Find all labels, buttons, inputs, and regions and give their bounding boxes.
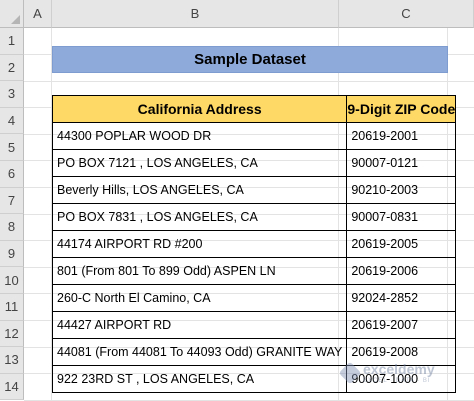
row-header-9[interactable]: 9	[0, 240, 24, 268]
address-cell[interactable]: 922 23RD ST , LOS ANGELES, CA	[51, 365, 348, 393]
zip-code-cell[interactable]: 90007-0831	[346, 203, 457, 231]
zip-code-cell[interactable]: 92024-2852	[346, 284, 457, 312]
table-row: 801 (From 801 To 899 Odd) ASPEN LN 20619-…	[51, 257, 457, 285]
row-header-4[interactable]: 4	[0, 107, 24, 135]
address-cell[interactable]: PO BOX 7121 , LOS ANGELES, CA	[51, 149, 348, 177]
table-row: 260-C North El Camino, CA 92024-2852	[51, 284, 457, 312]
gridline	[24, 80, 474, 82]
table-row: 44174 AIRPORT RD #200 20619-2005	[51, 230, 457, 258]
table-row: 44427 AIRPORT RD 20619-2007	[51, 311, 457, 339]
zip-code-cell[interactable]: 20619-2005	[346, 230, 457, 258]
table-row: PO BOX 7121 , LOS ANGELES, CA 90007-0121	[51, 149, 457, 177]
row-header-1[interactable]: 1	[0, 28, 24, 55]
address-cell[interactable]: PO BOX 7831 , LOS ANGELES, CA	[51, 203, 348, 231]
table-row: Beverly Hills, LOS ANGELES, CA 90210-2003	[51, 176, 457, 204]
table-row: PO BOX 7831 , LOS ANGELES, CA 90007-0831	[51, 203, 457, 231]
row-header-7[interactable]: 7	[0, 187, 24, 215]
row-header-13[interactable]: 13	[0, 347, 24, 374]
row-header-6[interactable]: 6	[0, 161, 24, 188]
zip-code-cell[interactable]: 90210-2003	[346, 176, 457, 204]
row-header-12[interactable]: 12	[0, 320, 24, 348]
dataset-title-cell[interactable]: Sample Dataset	[52, 46, 448, 73]
row-header-5[interactable]: 5	[0, 134, 24, 161]
row-header-14[interactable]: 14	[0, 373, 24, 401]
address-cell[interactable]: 44174 AIRPORT RD #200	[51, 230, 348, 258]
exceldemy-logo-icon	[338, 361, 362, 385]
exceldemy-watermark: exceldemy EXCEL · DATA · BI	[338, 361, 435, 385]
address-cell[interactable]: 44427 AIRPORT RD	[51, 311, 348, 339]
header-california-address[interactable]: California Address	[51, 95, 348, 123]
select-all-icon	[11, 15, 20, 24]
watermark-name: exceldemy	[363, 361, 435, 377]
address-cell[interactable]: 260-C North El Camino, CA	[51, 284, 348, 312]
address-cell[interactable]: 44300 POPLAR WOOD DR	[51, 122, 348, 150]
zip-code-cell[interactable]: 20619-2006	[346, 257, 457, 285]
row-header-8[interactable]: 8	[0, 214, 24, 241]
column-header-c[interactable]: C	[339, 0, 474, 28]
row-header-10[interactable]: 10	[0, 267, 24, 294]
row-header-3[interactable]: 3	[0, 81, 24, 108]
table-header-row: California Address 9-Digit ZIP Code	[51, 95, 457, 123]
zip-code-cell[interactable]: 90007-0121	[346, 149, 457, 177]
address-table: California Address 9-Digit ZIP Code 4430…	[51, 95, 457, 393]
address-cell[interactable]: Beverly Hills, LOS ANGELES, CA	[51, 176, 348, 204]
column-header-b[interactable]: B	[52, 0, 339, 28]
select-all-corner[interactable]	[0, 0, 24, 28]
header-zip-code[interactable]: 9-Digit ZIP Code	[346, 95, 457, 123]
address-cell[interactable]: 44081 (From 44081 To 44093 Odd) GRANITE …	[51, 338, 348, 366]
zip-code-cell[interactable]: 20619-2001	[346, 122, 457, 150]
spreadsheet-grid: A B C 1 2 3 4 5 6 7 8 9 10 11 12 13 14 Sample Dataset…	[0, 0, 474, 401]
address-cell[interactable]: 801 (From 801 To 899 Odd) ASPEN LN	[51, 257, 348, 285]
row-header-11[interactable]: 11	[0, 294, 24, 321]
zip-code-cell[interactable]: 20619-2007	[346, 311, 457, 339]
column-header-a[interactable]: A	[24, 0, 52, 28]
row-header-2[interactable]: 2	[0, 54, 24, 82]
watermark-tagline: EXCEL · DATA · BI	[363, 378, 431, 384]
table-row: 44300 POPLAR WOOD DR 20619-2001	[51, 122, 457, 150]
